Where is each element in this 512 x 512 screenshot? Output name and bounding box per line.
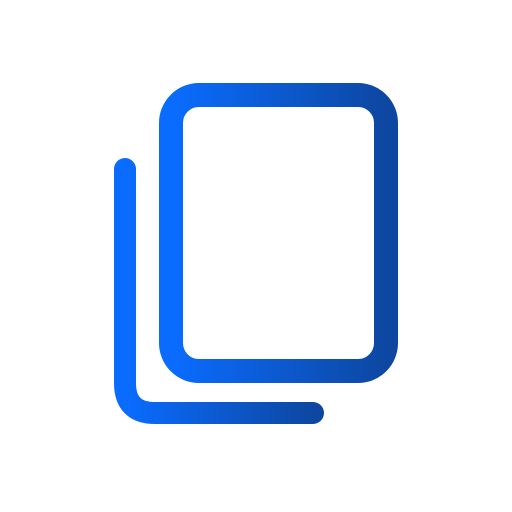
copy-icon [114,83,398,424]
icon-canvas [0,0,512,512]
copy-front-sheet [159,83,398,383]
